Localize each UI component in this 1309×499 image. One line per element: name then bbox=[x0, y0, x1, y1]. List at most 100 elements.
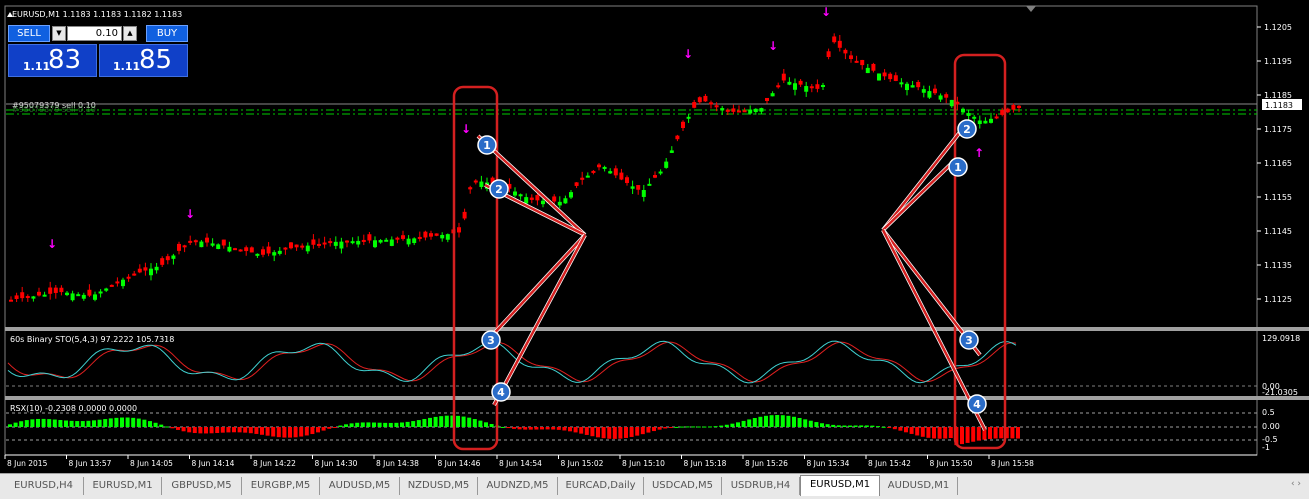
candle-body bbox=[580, 177, 585, 180]
rsx-bar bbox=[377, 422, 382, 427]
rsx-bar bbox=[596, 427, 600, 438]
candle-body bbox=[731, 108, 736, 112]
candle-body bbox=[921, 89, 926, 93]
rsx-bar bbox=[472, 419, 477, 427]
stochastic-title: 60s Binary STO(5,4,3) 97.2222 105.7318 bbox=[10, 335, 174, 344]
rsx-bar bbox=[892, 427, 897, 430]
buy-button[interactable]: BUY bbox=[146, 25, 188, 42]
rsx-bar bbox=[831, 424, 836, 427]
chart-tab[interactable]: USDCAD,M5 bbox=[644, 477, 722, 495]
rsx-bar bbox=[237, 427, 242, 433]
chart-tab[interactable]: EURUSD,M1 bbox=[800, 475, 880, 496]
rsx-bar bbox=[556, 427, 561, 430]
rsx-bar bbox=[321, 427, 326, 431]
candle-body bbox=[793, 83, 797, 90]
rsx-axis-1: 0.5 bbox=[1262, 408, 1275, 417]
rsx-bar bbox=[808, 420, 813, 427]
rsx-axis-4: -1 bbox=[1262, 443, 1270, 452]
rsx-bar bbox=[293, 427, 298, 438]
rsx-bar bbox=[881, 426, 886, 428]
rsx-bar bbox=[948, 427, 953, 439]
rsx-bar bbox=[282, 427, 287, 438]
candle-body bbox=[675, 135, 680, 140]
tab-scroll-arrows-icon[interactable]: ‹ › bbox=[1291, 479, 1301, 489]
chart-tab[interactable]: EURGBP,M5 bbox=[242, 477, 320, 495]
lot-size-input[interactable]: 0.10 bbox=[67, 26, 122, 41]
candle-body bbox=[826, 51, 831, 57]
lot-decrease-button[interactable]: ▼ bbox=[52, 26, 66, 41]
chart-area[interactable]: 1.12051.11951.11851.11751.11651.11551.11… bbox=[0, 0, 1309, 473]
candle-body bbox=[109, 284, 114, 287]
chart-tab[interactable]: NZDUSD,M5 bbox=[400, 477, 478, 495]
sell-price-box[interactable]: 1.11 83 bbox=[8, 44, 97, 77]
chart-tab[interactable]: EURUSD,M1 bbox=[84, 477, 162, 495]
rsx-bar bbox=[786, 415, 791, 427]
candle-body bbox=[832, 36, 837, 43]
rsx-bar bbox=[248, 427, 253, 434]
annotation-badge-label: 1 bbox=[483, 139, 491, 152]
rsx-bar bbox=[719, 425, 724, 427]
rsx-bar bbox=[573, 427, 578, 433]
candle-body bbox=[653, 175, 657, 178]
rsx-bar bbox=[422, 418, 427, 427]
time-tick-label: 8 Jun 15:10 bbox=[622, 459, 665, 468]
candle-body bbox=[65, 292, 69, 296]
fractal-down-arrow-icon: ↓ bbox=[768, 39, 778, 53]
buy-price-box[interactable]: 1.11 85 bbox=[99, 44, 188, 77]
candle-body bbox=[697, 97, 702, 103]
rsx-bar bbox=[58, 420, 63, 427]
candle-body bbox=[412, 238, 417, 244]
candle-body bbox=[255, 253, 260, 256]
time-tick-label: 8 Jun 15:42 bbox=[868, 459, 911, 468]
candle-body bbox=[48, 287, 53, 294]
candle-body bbox=[468, 187, 473, 190]
rsx-bar bbox=[696, 426, 701, 428]
rsx-bar bbox=[898, 427, 903, 431]
chart-tab[interactable]: GBPUSD,M5 bbox=[162, 477, 242, 495]
panel-separator-1[interactable] bbox=[5, 327, 1309, 331]
candle-body bbox=[339, 241, 344, 249]
candle-body bbox=[333, 241, 338, 246]
chart-tab[interactable]: EURCAD,Daily bbox=[558, 477, 644, 495]
price-tick-label: 1.1175 bbox=[1264, 125, 1292, 134]
candle-body bbox=[14, 295, 19, 299]
rsx-bar bbox=[181, 427, 186, 432]
rsx-bar bbox=[276, 427, 281, 438]
rsx-bar bbox=[86, 420, 91, 427]
candle-body bbox=[479, 181, 484, 187]
panel-separator-2[interactable] bbox=[5, 396, 1309, 400]
rsx-bar bbox=[500, 426, 505, 428]
chart-tab[interactable]: EURUSD,H4 bbox=[4, 477, 84, 495]
rsx-bar bbox=[288, 427, 292, 438]
candle-body bbox=[787, 81, 792, 85]
annotation-badge-label: 2 bbox=[963, 123, 971, 136]
candle-body bbox=[837, 40, 842, 48]
candle-body bbox=[9, 299, 13, 302]
rsx-bar bbox=[226, 427, 231, 433]
candle-body bbox=[815, 84, 820, 89]
chart-tab[interactable]: AUDNZD,M5 bbox=[478, 477, 558, 495]
candle-body bbox=[373, 240, 377, 248]
rsx-bar bbox=[75, 421, 80, 427]
chart-tab[interactable]: USDRUB,H4 bbox=[722, 477, 800, 495]
candle-body bbox=[776, 85, 781, 88]
candle-body bbox=[311, 239, 316, 245]
rsx-bar bbox=[657, 427, 662, 430]
rsx-bar bbox=[568, 427, 572, 432]
candle-body bbox=[361, 239, 366, 242]
candle-body bbox=[989, 118, 993, 123]
rsx-bar bbox=[187, 427, 192, 433]
rsx-bar bbox=[69, 420, 74, 427]
rsx-bar bbox=[383, 422, 388, 427]
time-tick-label: 8 Jun 14:46 bbox=[438, 459, 481, 468]
rsx-bar bbox=[310, 427, 315, 435]
candle-body bbox=[165, 256, 170, 261]
chart-tab[interactable]: AUDUSD,M5 bbox=[320, 477, 400, 495]
lot-increase-button[interactable]: ▲ bbox=[123, 26, 137, 41]
sell-button[interactable]: SELL bbox=[8, 25, 50, 42]
chart-tab[interactable]: AUDUSD,M1 bbox=[880, 477, 958, 495]
rsx-bar bbox=[545, 427, 550, 430]
order-line-label-shadow: #95079379 sell 0.10 bbox=[12, 105, 96, 114]
candle-body bbox=[126, 276, 131, 279]
rsx-bar bbox=[870, 425, 875, 427]
